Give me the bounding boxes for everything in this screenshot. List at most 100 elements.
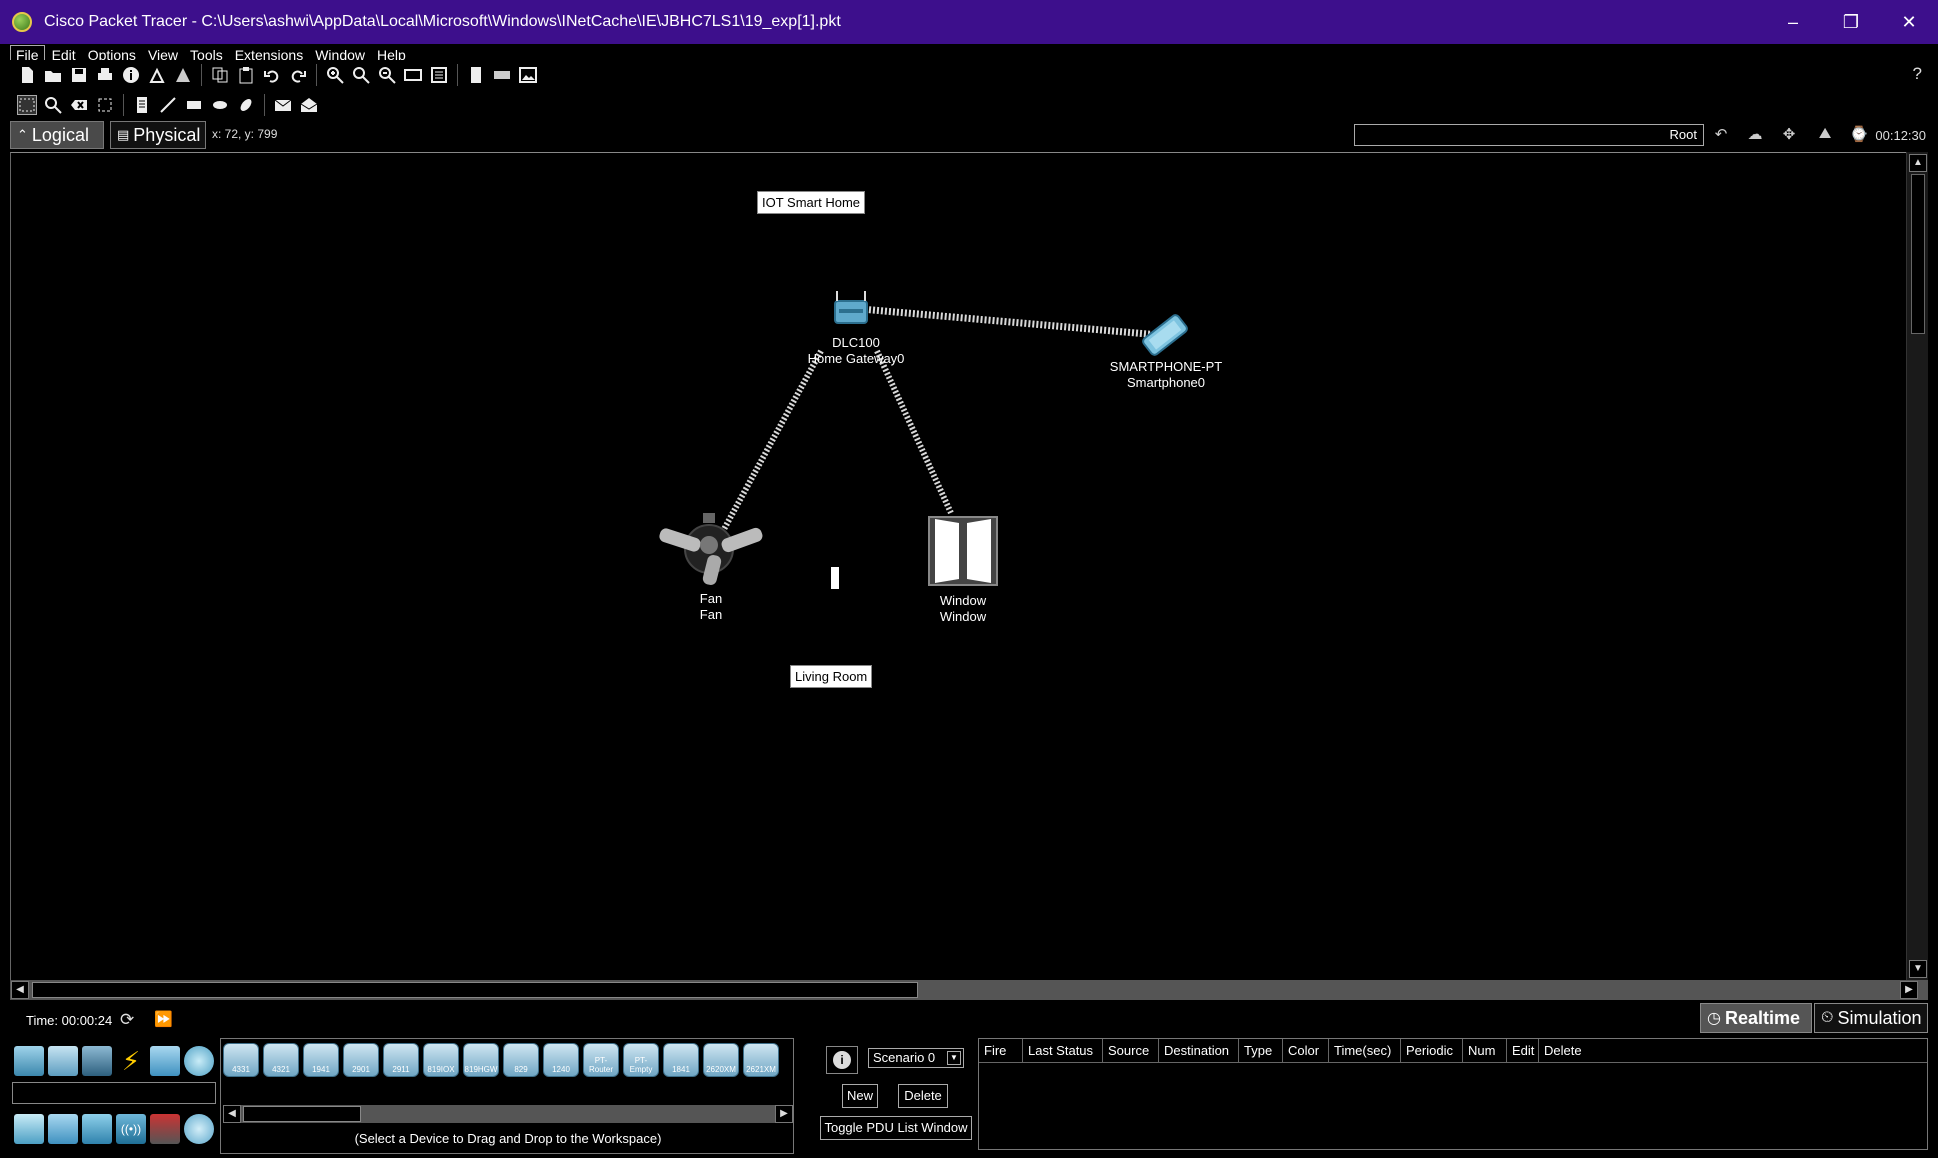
info-icon[interactable] <box>121 65 141 85</box>
resize-shape-icon[interactable] <box>95 95 115 115</box>
copy-icon[interactable] <box>210 65 230 85</box>
viewport-icon[interactable]: ⌚ <box>1848 125 1870 145</box>
scroll-up-icon[interactable]: ▲ <box>1909 154 1927 172</box>
end-devices-icon[interactable] <box>48 1046 78 1076</box>
device-model-819hgw[interactable]: 819HGW <box>463 1043 499 1077</box>
logical-workspace[interactable]: IOT Smart Home Living Room DLC100 Home G… <box>10 152 1906 980</box>
custom-devices-icon[interactable] <box>429 65 449 85</box>
drawing-palette-icon[interactable] <box>403 65 423 85</box>
select-icon[interactable] <box>17 95 37 115</box>
workspace-vertical-scrollbar[interactable]: ▲ ▼ <box>1906 152 1928 980</box>
minimize-button[interactable]: – <box>1764 0 1822 44</box>
save-icon[interactable] <box>69 65 89 85</box>
back-arrow-icon[interactable]: ↶ <box>1710 125 1732 145</box>
open-folder-icon[interactable] <box>43 65 63 85</box>
scroll-right-icon[interactable]: ▶ <box>1900 981 1918 999</box>
device-model-2620xm[interactable]: 2620XM <box>703 1043 739 1077</box>
scroll-left-icon[interactable]: ◀ <box>223 1105 241 1123</box>
pdu-col-source[interactable]: Source <box>1103 1039 1159 1062</box>
device-model-pt-router[interactable]: PT-Router <box>583 1043 619 1077</box>
restore-button[interactable]: ❐ <box>1822 0 1880 44</box>
delete-icon[interactable] <box>69 95 89 115</box>
new-scenario-button[interactable]: New <box>842 1084 878 1108</box>
device-model-4321[interactable]: 4321 <box>263 1043 299 1077</box>
scroll-right-icon[interactable]: ▶ <box>775 1105 793 1123</box>
multiuser-connection-icon[interactable] <box>184 1046 214 1076</box>
device-model-2621xm[interactable]: 2621XM <box>743 1043 779 1077</box>
power-cycle-icon[interactable]: ⟳ <box>120 1010 134 1030</box>
device-model-1941[interactable]: 1941 <box>303 1043 339 1077</box>
connections-icon[interactable]: ⚡ <box>116 1046 146 1076</box>
smartphone-icon[interactable] <box>1135 313 1195 357</box>
device-model-1240[interactable]: 1240 <box>543 1043 579 1077</box>
device-model-819iox[interactable]: 819IOX <box>423 1043 459 1077</box>
print-icon[interactable] <box>95 65 115 85</box>
wireless-devices-icon[interactable]: ((•)) <box>116 1114 146 1144</box>
scenario-select[interactable]: Scenario 0 ▼ <box>868 1048 964 1068</box>
activity-wizard-icon[interactable] <box>173 65 193 85</box>
help-icon[interactable]: ? <box>1913 64 1922 84</box>
redo-icon[interactable] <box>288 65 308 85</box>
realtime-mode-button[interactable]: ◷ Realtime <box>1700 1003 1812 1033</box>
device-list-scroll-thumb[interactable] <box>243 1106 361 1122</box>
delete-scenario-button[interactable]: Delete <box>898 1084 948 1108</box>
scroll-down-icon[interactable]: ▼ <box>1909 960 1927 978</box>
cluster-icon[interactable]: ☁ <box>1744 125 1766 145</box>
close-button[interactable]: ✕ <box>1880 0 1938 44</box>
device-model-2911[interactable]: 2911 <box>383 1043 419 1077</box>
workspace-horizontal-scrollbar[interactable]: ◀ ▶ <box>10 980 1928 1000</box>
hubs-icon[interactable] <box>82 1114 112 1144</box>
components-icon[interactable] <box>82 1046 112 1076</box>
network-devices-icon[interactable] <box>14 1046 44 1076</box>
freeform-icon[interactable] <box>236 95 256 115</box>
draw-line-icon[interactable] <box>158 95 178 115</box>
set-tiled-background-icon[interactable]: ⛰ <box>1814 125 1836 145</box>
simple-pdu-icon[interactable] <box>273 95 293 115</box>
image-icon[interactable] <box>518 65 538 85</box>
home-gateway-icon[interactable] <box>827 289 877 335</box>
pdu-col-destination[interactable]: Destination <box>1159 1039 1239 1062</box>
window-device-icon[interactable] <box>925 513 1001 589</box>
scenario-info-button[interactable]: i <box>826 1046 858 1074</box>
pdu-col-type[interactable]: Type <box>1239 1039 1283 1062</box>
draw-rectangle-icon[interactable] <box>184 95 204 115</box>
tab-logical[interactable]: ⌃ Logical <box>10 121 104 149</box>
device-model-pt-empty[interactable]: PT-Empty <box>623 1043 659 1077</box>
inspect-icon[interactable] <box>43 95 63 115</box>
pdu-col-color[interactable]: Color <box>1283 1039 1329 1062</box>
undo-icon[interactable] <box>262 65 282 85</box>
device-model-4331[interactable]: 4331 <box>223 1043 259 1077</box>
fan-icon[interactable] <box>653 511 767 591</box>
zoom-out-icon[interactable] <box>377 65 397 85</box>
pdu-col-fire[interactable]: Fire <box>979 1039 1023 1062</box>
pdu-icon[interactable] <box>466 65 486 85</box>
pdu-col-num[interactable]: Num <box>1463 1039 1507 1062</box>
device-model-1841[interactable]: 1841 <box>663 1043 699 1077</box>
vertical-scroll-thumb[interactable] <box>1911 174 1925 334</box>
zoom-reset-icon[interactable] <box>351 65 371 85</box>
switches-icon[interactable] <box>48 1114 78 1144</box>
draw-ellipse-icon[interactable] <box>210 95 230 115</box>
new-file-icon[interactable] <box>17 65 37 85</box>
pdu-col-delete[interactable]: Delete <box>1539 1039 1589 1062</box>
routers-icon[interactable] <box>14 1114 44 1144</box>
move-object-icon[interactable]: ✥ <box>1778 125 1800 145</box>
note-iot-smart-home[interactable]: IOT Smart Home <box>757 191 866 214</box>
place-note-icon[interactable] <box>132 95 152 115</box>
scroll-left-icon[interactable]: ◀ <box>11 981 29 999</box>
simulation-mode-button[interactable]: ⏲ Simulation <box>1814 1003 1928 1033</box>
tab-physical[interactable]: ▤ Physical <box>110 121 206 149</box>
paste-icon[interactable] <box>236 65 256 85</box>
pdu-col-time[interactable]: Time(sec) <box>1329 1039 1401 1062</box>
device-model-829[interactable]: 829 <box>503 1043 539 1077</box>
pdu-col-edit[interactable]: Edit <box>1507 1039 1539 1062</box>
complex-pdu-icon[interactable] <box>299 95 319 115</box>
device-model-2901[interactable]: 2901 <box>343 1043 379 1077</box>
zoom-in-icon[interactable] <box>325 65 345 85</box>
toggle-pdu-list-button[interactable]: Toggle PDU List Window <box>820 1116 972 1140</box>
network-wizard-icon[interactable] <box>147 65 167 85</box>
pdu-col-last-status[interactable]: Last Status <box>1023 1039 1103 1062</box>
pdu-col-periodic[interactable]: Periodic <box>1401 1039 1463 1062</box>
miscellaneous-icon[interactable] <box>150 1046 180 1076</box>
horizontal-scroll-thumb[interactable] <box>32 982 918 998</box>
